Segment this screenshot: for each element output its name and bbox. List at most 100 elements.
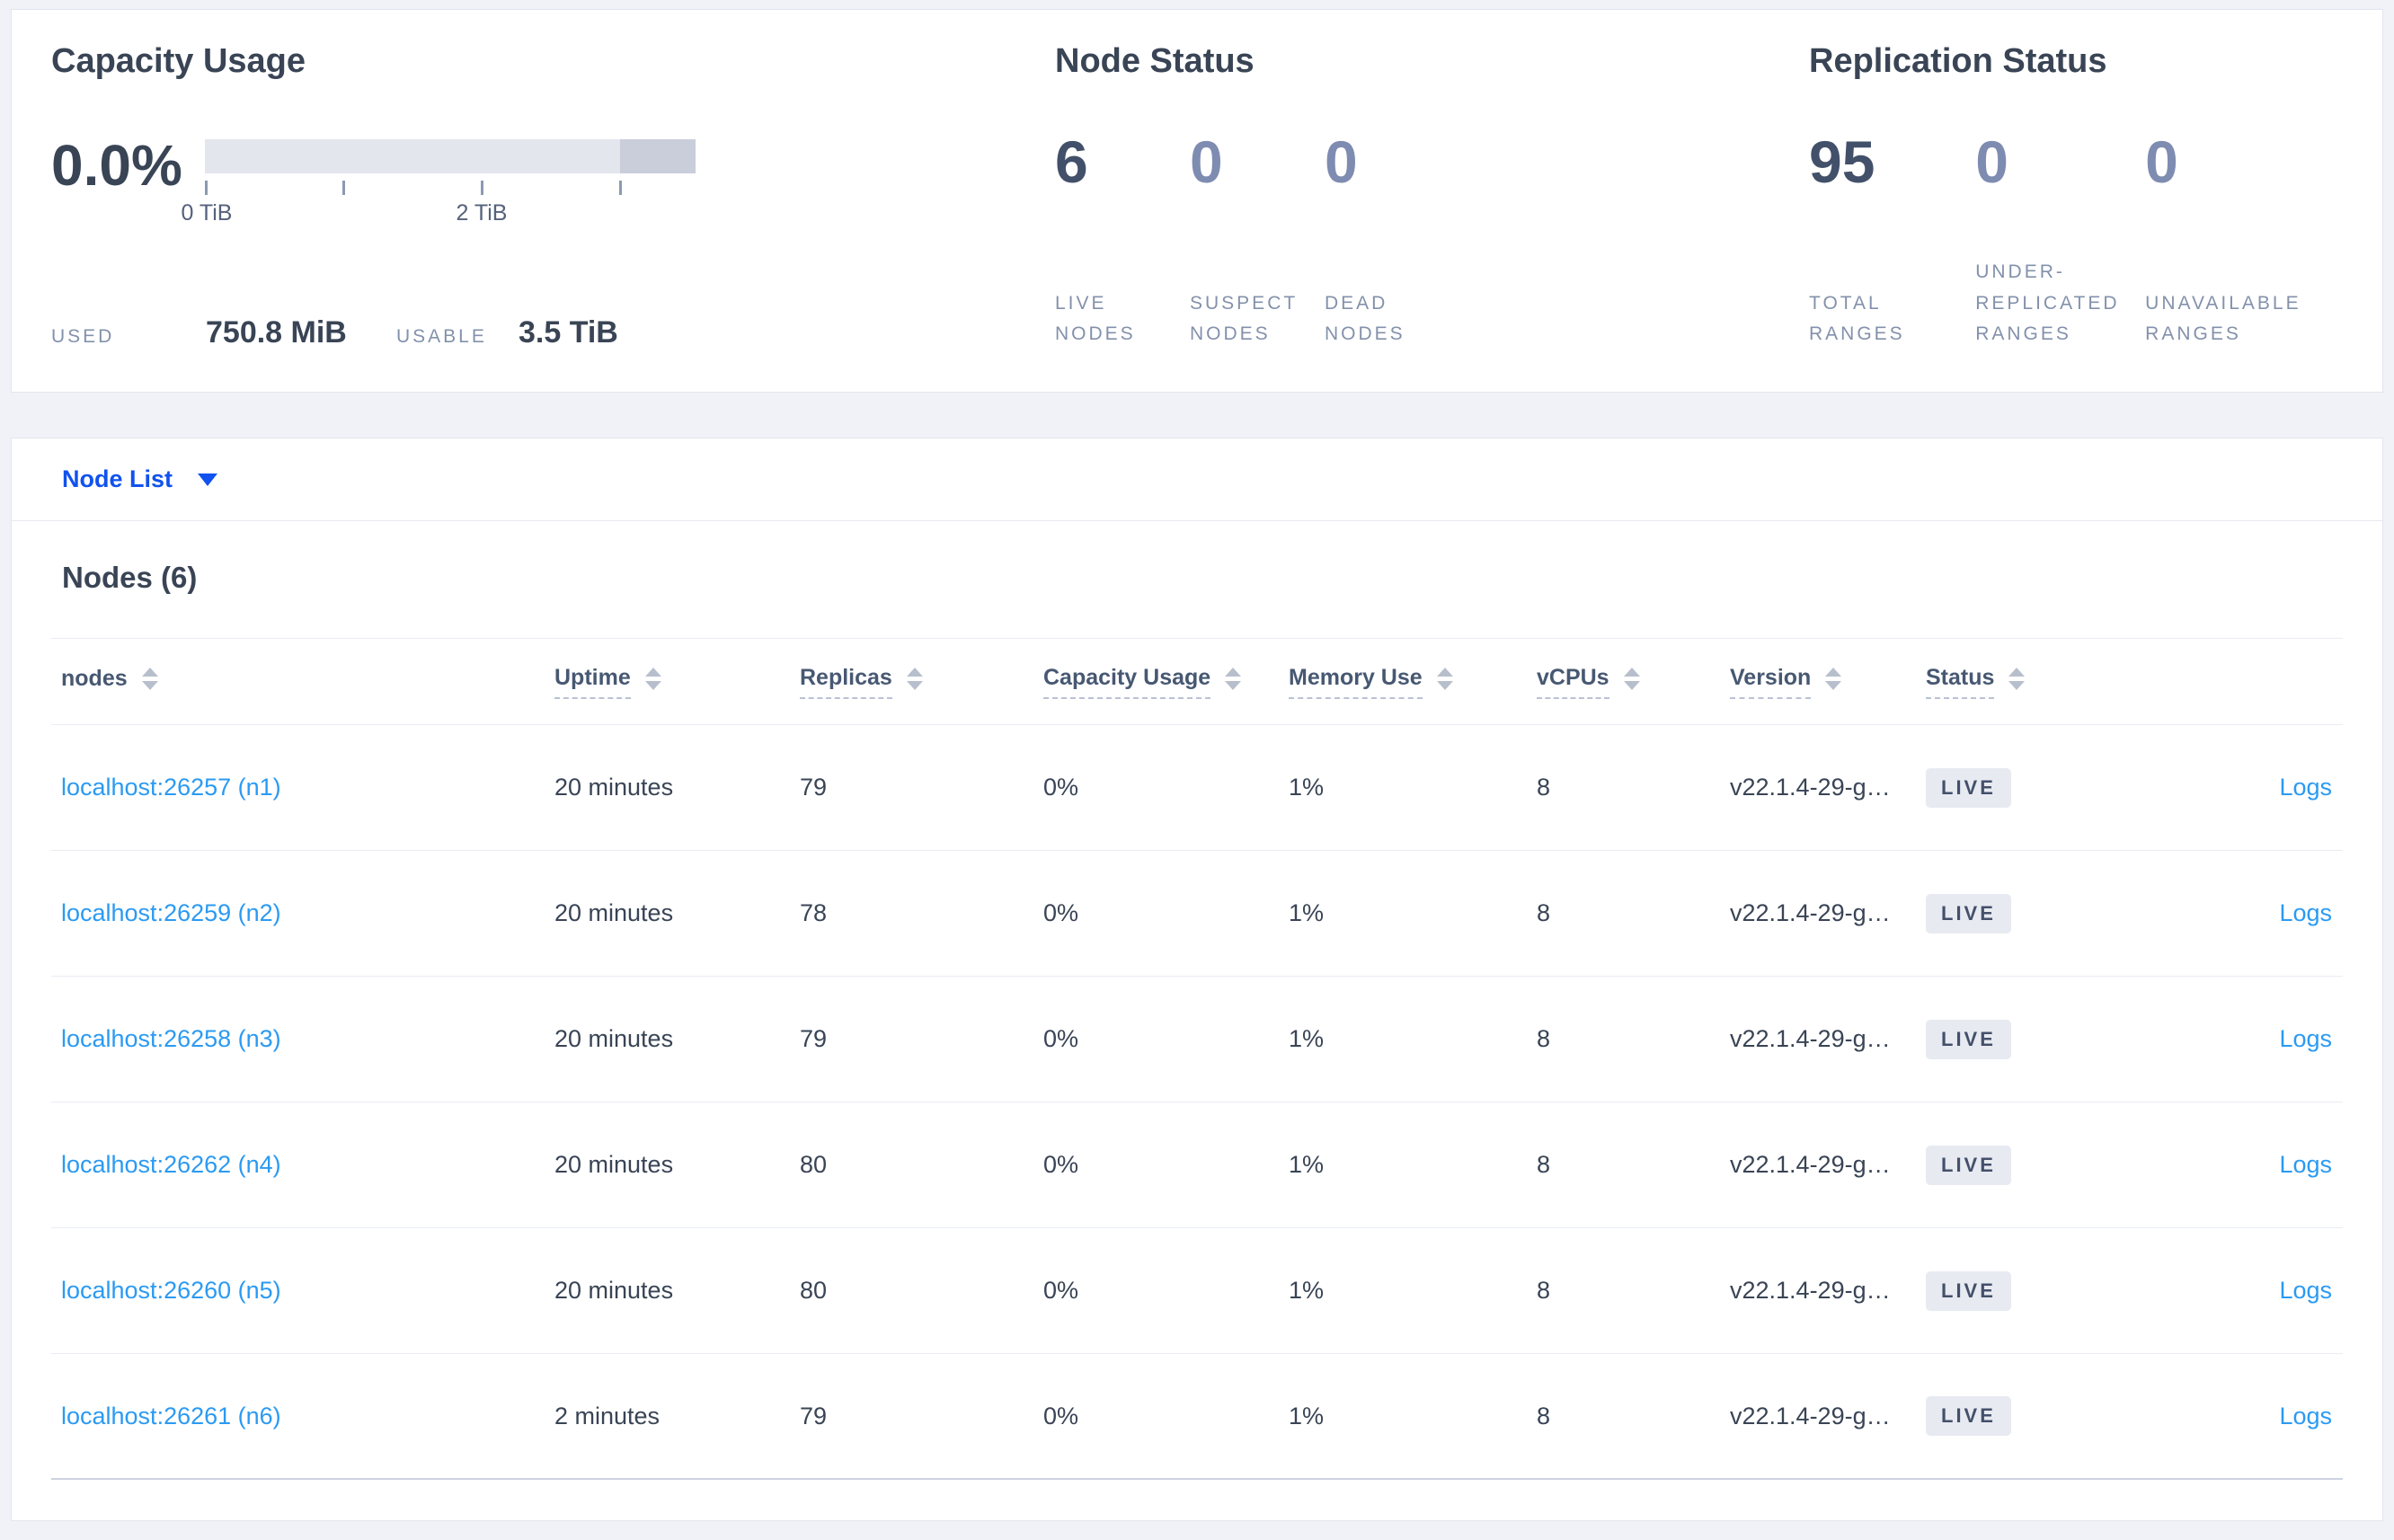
logs-cell: Logs <box>2139 1403 2332 1430</box>
uptime-cell: 20 minutes <box>554 899 674 926</box>
logs-cell: Logs <box>2139 1277 2332 1305</box>
replicas-cell: 78 <box>800 899 828 926</box>
version-cell: v22.1.4-29-g… <box>1730 774 1891 801</box>
sort-icon <box>1825 668 1842 690</box>
capacity-axis-labels: 0 TiB 2 TiB <box>182 199 696 229</box>
table-row: localhost:26262 (n4) 20 minutes 80 0% 1%… <box>51 1102 2343 1228</box>
logs-cell: Logs <box>2139 1025 2332 1053</box>
memory-cell: 1% <box>1289 899 1325 926</box>
suspect-nodes-label: SUSPECT NODES <box>1190 292 1298 345</box>
node-list-selector[interactable]: Node List <box>12 438 2382 521</box>
node-link[interactable]: localhost:26262 (n4) <box>61 1151 554 1179</box>
replicas-cell: 80 <box>800 1151 828 1178</box>
total-ranges-value: 95 <box>1809 128 1875 195</box>
table-row: localhost:26257 (n1) 20 minutes 79 0% 1%… <box>51 725 2343 851</box>
node-list-selector-label[interactable]: Node List <box>62 465 173 493</box>
node-status-title: Node Status <box>1055 42 1255 80</box>
sort-icon <box>1623 668 1640 690</box>
column-header-replicas[interactable]: Replicas <box>800 665 1043 699</box>
capacity-usage-title: Capacity Usage <box>51 42 306 80</box>
suspect-nodes-value: 0 <box>1190 128 1223 195</box>
sort-icon <box>906 668 923 690</box>
table-row: localhost:26261 (n6) 2 minutes 79 0% 1% … <box>51 1354 2343 1480</box>
replicas-cell: 79 <box>800 774 828 801</box>
uptime-cell: 20 minutes <box>554 1151 674 1178</box>
vcpus-cell: 8 <box>1537 1025 1551 1052</box>
capacity-percent-value: 0.0% <box>51 132 182 198</box>
logs-link[interactable]: Logs <box>2279 774 2332 801</box>
capacity-cell: 0% <box>1043 1277 1079 1304</box>
logs-link[interactable]: Logs <box>2279 1151 2332 1178</box>
usable-value: 3.5 TiB <box>519 315 618 350</box>
nodes-table-header: nodes Uptime Replicas Capacity Usage Mem… <box>51 638 2343 725</box>
live-nodes-stat: 6 LIVE NODES <box>1055 132 1190 351</box>
logs-link[interactable]: Logs <box>2279 1277 2332 1304</box>
sort-icon <box>1225 668 1242 690</box>
status-badge: LIVE <box>1926 893 2011 934</box>
vcpus-cell: 8 <box>1537 1402 1551 1429</box>
uptime-cell: 20 minutes <box>554 774 674 801</box>
under-replicated-ranges-stat: 0 UNDER-REPLICATED RANGES <box>1975 132 2145 351</box>
table-row: localhost:26259 (n2) 20 minutes 78 0% 1%… <box>51 851 2343 977</box>
capacity-usage-bar <box>205 138 696 173</box>
memory-cell: 1% <box>1289 1402 1325 1429</box>
status-cell: LIVE <box>1926 1145 2139 1185</box>
capacity-cell: 0% <box>1043 1025 1079 1052</box>
column-header-version[interactable]: Version <box>1730 665 1926 699</box>
uptime-cell: 2 minutes <box>554 1402 661 1429</box>
status-cell: LIVE <box>1926 1019 2139 1059</box>
version-cell: v22.1.4-29-g… <box>1730 1025 1891 1052</box>
capacity-cell: 0% <box>1043 899 1079 926</box>
capacity-cell: 0% <box>1043 774 1079 801</box>
node-link[interactable]: localhost:26260 (n5) <box>61 1277 554 1305</box>
replicas-cell: 79 <box>800 1402 828 1429</box>
under-replicated-ranges-label: UNDER-REPLICATED RANGES <box>1975 261 2120 345</box>
replication-status-section: Replication Status 95 TOTAL RANGES 0 UND… <box>1809 40 2343 350</box>
logs-cell: Logs <box>2139 774 2332 801</box>
version-cell: v22.1.4-29-g… <box>1730 899 1891 926</box>
unavailable-ranges-value: 0 <box>2145 128 2178 195</box>
tick-label-2tib: 2 TiB <box>456 199 508 226</box>
column-header-memory-use[interactable]: Memory Use <box>1289 665 1537 699</box>
column-header-uptime[interactable]: Uptime <box>554 665 800 699</box>
column-header-nodes[interactable]: nodes <box>61 666 554 698</box>
total-ranges-label: TOTAL RANGES <box>1809 292 1905 345</box>
vcpus-cell: 8 <box>1537 1277 1551 1304</box>
dead-nodes-value: 0 <box>1325 128 1358 195</box>
logs-link[interactable]: Logs <box>2279 1025 2332 1052</box>
sort-icon <box>2008 668 2026 690</box>
logs-cell: Logs <box>2139 1151 2332 1179</box>
capacity-cell: 0% <box>1043 1151 1079 1178</box>
column-header-status[interactable]: Status <box>1926 665 2139 699</box>
node-link[interactable]: localhost:26257 (n1) <box>61 774 554 801</box>
memory-cell: 1% <box>1289 1151 1325 1178</box>
column-header-vcpus[interactable]: vCPUs <box>1537 665 1730 699</box>
status-cell: LIVE <box>1926 767 2139 808</box>
vcpus-cell: 8 <box>1537 774 1551 801</box>
status-badge: LIVE <box>1926 767 2011 808</box>
logs-link[interactable]: Logs <box>2279 899 2332 926</box>
live-nodes-value: 6 <box>1055 128 1088 195</box>
uptime-cell: 20 minutes <box>554 1025 674 1052</box>
status-badge: LIVE <box>1926 1019 2011 1059</box>
dead-nodes-label: DEAD NODES <box>1325 292 1405 345</box>
logs-link[interactable]: Logs <box>2279 1403 2332 1429</box>
uptime-cell: 20 minutes <box>554 1277 674 1304</box>
node-link[interactable]: localhost:26259 (n2) <box>61 899 554 927</box>
cluster-summary-card: Capacity Usage 0.0% 0 TiB 2 TiB USED 750… <box>11 9 2383 393</box>
node-link[interactable]: localhost:26261 (n6) <box>61 1403 554 1430</box>
status-cell: LIVE <box>1926 1396 2139 1436</box>
nodes-table-title: Nodes (6) <box>62 561 198 594</box>
version-cell: v22.1.4-29-g… <box>1730 1402 1891 1429</box>
sort-icon <box>644 668 661 690</box>
capacity-usage-section: Capacity Usage 0.0% 0 TiB 2 TiB USED 750… <box>51 40 1055 350</box>
capacity-cell: 0% <box>1043 1402 1079 1429</box>
column-header-capacity-usage[interactable]: Capacity Usage <box>1043 665 1289 699</box>
dead-nodes-stat: 0 DEAD NODES <box>1325 132 1437 351</box>
status-badge: LIVE <box>1926 1396 2011 1436</box>
node-link[interactable]: localhost:26258 (n3) <box>61 1025 554 1053</box>
memory-cell: 1% <box>1289 774 1325 801</box>
unavailable-ranges-label: UNAVAILABLE RANGES <box>2145 292 2301 345</box>
node-status-section: Node Status 6 LIVE NODES 0 SUSPECT NODES… <box>1055 40 1809 350</box>
capacity-axis-ticks <box>205 180 696 197</box>
